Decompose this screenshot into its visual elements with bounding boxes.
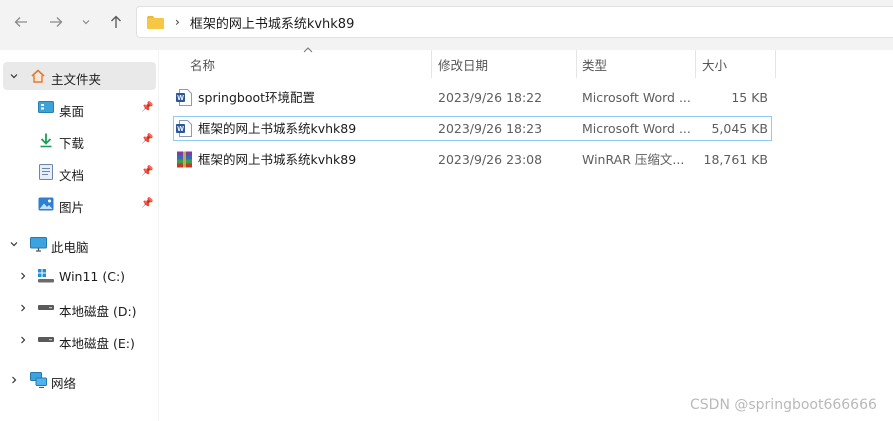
nav-item-network[interactable]: 网络 — [0, 366, 158, 396]
column-header-type[interactable]: 类型 — [582, 50, 694, 78]
column-header-name-label: 名称 — [190, 57, 216, 73]
file-name: 框架的网上书城系统kvhk89 — [198, 121, 357, 136]
home-icon — [31, 69, 45, 83]
nav-item-drive-c[interactable]: Win11 (C:) — [0, 262, 158, 292]
nav-item-pictures[interactable]: 图片 📌 — [0, 190, 158, 220]
hard-drive-icon — [38, 305, 54, 310]
file-list-view: 名称 修改日期 类型 大小 W springboot环境配置 2023/9/26… — [159, 47, 893, 421]
chevron-right-icon[interactable] — [18, 335, 28, 345]
nav-label-desktop: 桌面 — [59, 104, 85, 119]
file-name: 框架的网上书城系统kvhk89 — [198, 152, 357, 167]
file-size: 5,045 KB — [711, 121, 768, 136]
recent-locations-button[interactable] — [74, 10, 98, 34]
file-size: 18,761 KB — [703, 152, 768, 167]
file-row[interactable]: 框架的网上书城系统kvhk89 2023/9/26 23:08 WinRAR 压… — [173, 147, 772, 172]
file-date: 2023/9/26 23:08 — [438, 152, 543, 167]
nav-label-pictures: 图片 — [59, 200, 85, 215]
chevron-right-icon[interactable] — [18, 303, 28, 313]
forward-button[interactable] — [44, 10, 68, 34]
back-button[interactable] — [9, 10, 33, 34]
breadcrumb-separator: › — [175, 15, 180, 29]
nav-item-home[interactable]: 主文件夹 — [0, 62, 158, 92]
column-divider[interactable] — [695, 50, 696, 78]
file-type: Microsoft Word ... — [582, 90, 691, 105]
pin-icon[interactable]: 📌 — [141, 102, 153, 113]
chevron-down-icon[interactable] — [9, 239, 19, 249]
nav-label-network: 网络 — [51, 376, 77, 391]
winrar-archive-icon — [177, 151, 192, 168]
nav-item-documents[interactable]: 文档 📌 — [0, 158, 158, 188]
file-date: 2023/9/26 18:23 — [438, 121, 543, 136]
nav-label-home: 主文件夹 — [51, 72, 102, 87]
column-header-date[interactable]: 修改日期 — [438, 50, 576, 78]
svg-text:W: W — [177, 95, 184, 102]
breadcrumb-current-folder[interactable]: 框架的网上书城系统kvhk89 — [190, 13, 355, 32]
column-header-type-label: 类型 — [582, 57, 608, 73]
file-type: WinRAR 压缩文... — [582, 152, 685, 167]
pin-icon[interactable]: 📌 — [141, 198, 153, 209]
chevron-right-icon[interactable] — [18, 271, 28, 281]
word-doc-icon: W — [176, 120, 192, 137]
document-icon — [39, 164, 53, 180]
nav-label-this-pc: 此电脑 — [51, 240, 89, 255]
watermark: CSDN @springboot666666 — [690, 397, 877, 413]
pictures-icon — [38, 197, 54, 211]
network-icon — [30, 372, 47, 388]
windows-drive-icon — [38, 269, 54, 283]
arrow-left-icon — [14, 17, 27, 27]
svg-text:W: W — [177, 126, 184, 133]
nav-item-drive-d[interactable]: 本地磁盘 (D:) — [0, 294, 158, 324]
column-header-date-label: 修改日期 — [438, 57, 489, 73]
file-size: 15 KB — [731, 90, 768, 105]
column-divider[interactable] — [576, 50, 577, 78]
address-bar[interactable]: › 框架的网上书城系统kvhk89 — [136, 6, 893, 38]
file-row[interactable]: W springboot环境配置 2023/9/26 18:22 Microso… — [173, 85, 772, 110]
nav-item-desktop[interactable]: 桌面 📌 — [0, 94, 158, 124]
pin-icon[interactable]: 📌 — [141, 166, 153, 177]
nav-label-drive-e: 本地磁盘 (E:) — [59, 336, 135, 351]
nav-label-downloads: 下载 — [59, 136, 85, 151]
column-header-size-label: 大小 — [702, 57, 728, 73]
nav-item-drive-e[interactable]: 本地磁盘 (E:) — [0, 326, 158, 356]
file-date: 2023/9/26 18:22 — [438, 90, 543, 105]
desktop-icon — [38, 101, 54, 113]
nav-label-documents: 文档 — [59, 168, 85, 183]
nav-item-downloads[interactable]: 下载 📌 — [0, 126, 158, 156]
up-button[interactable] — [104, 10, 128, 34]
computer-icon — [30, 237, 47, 252]
column-header-size[interactable]: 大小 — [702, 50, 774, 78]
hard-drive-icon — [38, 337, 54, 342]
folder-icon — [147, 15, 164, 29]
pin-icon[interactable]: 📌 — [141, 134, 153, 145]
file-type: Microsoft Word ... — [582, 121, 691, 136]
chevron-down-icon[interactable] — [9, 71, 19, 81]
chevron-down-icon — [82, 20, 90, 25]
download-icon — [40, 133, 52, 148]
file-row[interactable]: W 框架的网上书城系统kvhk89 2023/9/26 18:23 Micros… — [173, 116, 772, 141]
nav-label-drive-d: 本地磁盘 (D:) — [59, 304, 137, 319]
arrow-up-icon — [111, 15, 121, 28]
address-toolbar: › 框架的网上书城系统kvhk89 — [0, 0, 893, 45]
nav-label-drive-c: Win11 (C:) — [59, 269, 126, 284]
column-header-name[interactable]: 名称 — [190, 50, 430, 78]
column-divider[interactable] — [775, 50, 776, 78]
arrow-right-icon — [50, 17, 63, 27]
navigation-pane: 主文件夹 桌面 📌 下载 📌 文档 📌 图片 📌 此电脑 Win11 (C:) … — [0, 50, 158, 421]
column-divider[interactable] — [431, 50, 432, 78]
chevron-right-icon[interactable] — [9, 375, 19, 385]
file-name: springboot环境配置 — [198, 90, 316, 105]
word-doc-icon: W — [176, 89, 192, 106]
nav-item-this-pc[interactable]: 此电脑 — [0, 230, 158, 260]
